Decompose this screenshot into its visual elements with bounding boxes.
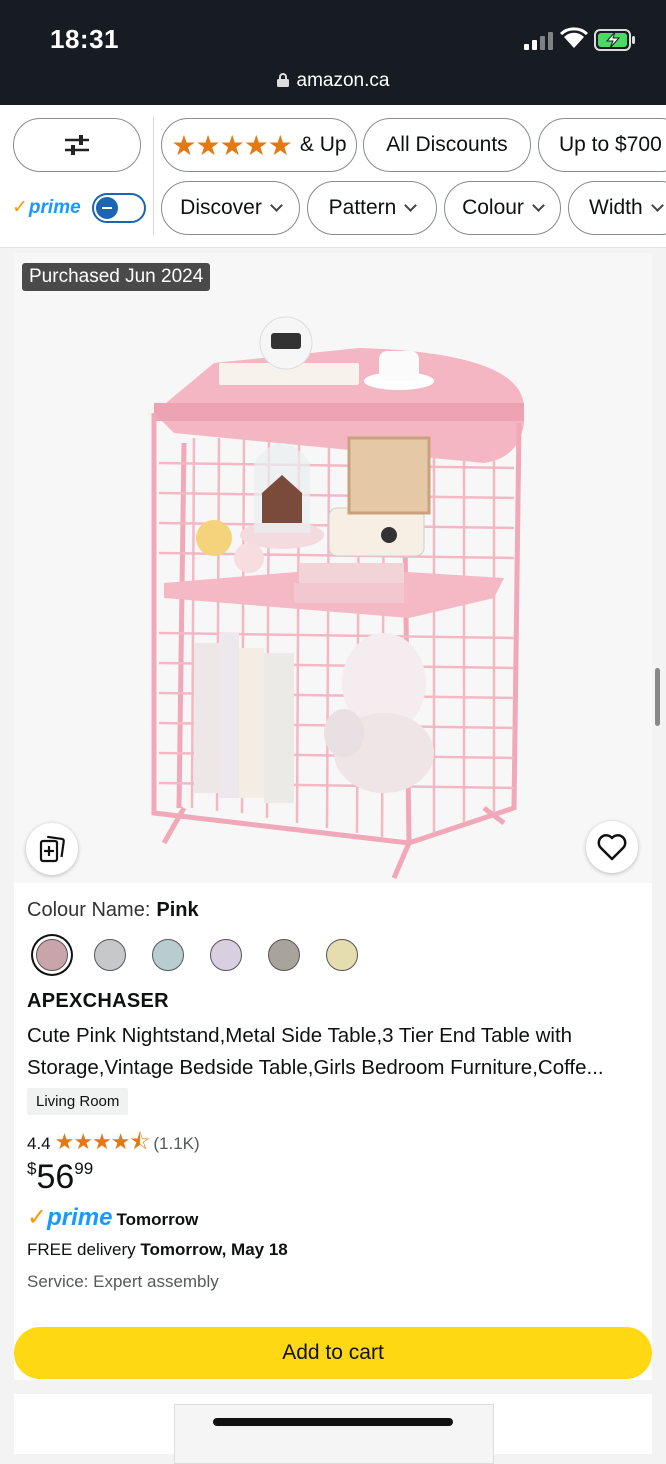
colour-name-value: Pink (156, 899, 199, 921)
price-whole: 56 (36, 1158, 75, 1196)
clock: 18:31 (50, 24, 119, 54)
chevron-down-icon (404, 199, 418, 212)
pattern-label: Pattern (328, 196, 397, 219)
delivery-prefix: FREE delivery (27, 1240, 141, 1259)
rating-value: 4.4 (27, 1134, 51, 1153)
swatch-grey[interactable] (94, 939, 126, 971)
filters-button[interactable] (13, 118, 141, 172)
product-image[interactable]: Purchased Jun 2024 (14, 253, 652, 883)
chevron-down-icon (650, 199, 664, 212)
url-bar[interactable]: amazon.ca (0, 70, 666, 92)
wifi-icon (560, 27, 588, 48)
colour-label: Colour (462, 196, 524, 219)
brand-name: APEXCHASER (27, 990, 169, 1012)
filter-bar: ★★★★★ & Up All Discounts Up to $700 ✓prim… (0, 105, 666, 248)
purchased-badge: Purchased Jun 2024 (22, 263, 211, 291)
swatch-pink[interactable] (36, 939, 68, 971)
all-discounts-pill[interactable]: All Discounts (363, 118, 531, 172)
scrollbar[interactable] (655, 668, 660, 726)
width-dropdown[interactable]: Width (568, 181, 666, 235)
prime-toggle[interactable] (92, 193, 146, 223)
swatch-cream[interactable] (326, 939, 358, 971)
heart-icon (597, 834, 627, 861)
service-info: Service: Expert assembly (27, 1272, 219, 1291)
swatch-taupe[interactable] (268, 939, 300, 971)
compare-cards-icon (39, 835, 65, 863)
home-indicator[interactable] (213, 1418, 453, 1426)
review-count: (1.1K) (153, 1134, 200, 1153)
pattern-dropdown[interactable]: Pattern (307, 181, 437, 235)
cell-signal-icon (524, 30, 554, 50)
battery-charging-icon (594, 29, 635, 51)
star-rating-icon: ★★★★★ (171, 129, 293, 161)
wishlist-button[interactable] (586, 821, 638, 873)
chevron-down-icon (269, 199, 283, 212)
rating-filter-pill[interactable]: ★★★★★ & Up (161, 118, 357, 172)
sliders-icon (65, 135, 89, 155)
product-title[interactable]: Cute Pink Nightstand,Metal Side Table,3 … (27, 1020, 642, 1084)
discounts-label: All Discounts (386, 133, 508, 156)
chevron-down-icon (532, 199, 545, 212)
prime-check-icon: ✓ (27, 1204, 48, 1231)
colour-dropdown[interactable]: Colour (444, 181, 561, 235)
discover-label: Discover (180, 196, 262, 219)
lock-icon (276, 73, 289, 87)
colour-name-label: Colour Name: (27, 899, 151, 921)
price-filter-pill[interactable]: Up to $700 (538, 118, 666, 172)
category-tag: Living Room (27, 1088, 129, 1115)
prime-badge: ✓prime Tomorrow (27, 1203, 198, 1232)
colour-name-row: Colour Name: Pink (27, 899, 199, 922)
prime-filter-label: ✓prime (12, 196, 81, 219)
status-bar: 18:31 amazon.ca (0, 0, 666, 105)
prime-word: prime (47, 1204, 113, 1231)
add-to-cart-button[interactable]: Add to cart (14, 1327, 652, 1379)
url-text: amazon.ca (296, 70, 390, 91)
price: $5699 (27, 1158, 93, 1197)
rating-filter-label: & Up (299, 133, 347, 156)
prime-check-icon: ✓ (12, 197, 28, 218)
nightstand-illustration (151, 316, 524, 879)
price-fraction: 99 (74, 1159, 94, 1178)
product-card[interactable]: Purchased Jun 2024 Colour Name: Pink APEX… (14, 253, 652, 1380)
width-label: Width (589, 196, 643, 219)
compare-button[interactable] (26, 823, 78, 875)
delivery-date: Tomorrow, May 18 (140, 1240, 288, 1259)
swatch-teal[interactable] (152, 939, 184, 971)
prime-tomorrow: Tomorrow (116, 1210, 199, 1229)
next-product-image (174, 1404, 494, 1464)
toggle-knob (96, 197, 118, 219)
swatch-lavender[interactable] (210, 939, 242, 971)
prime-word: prime (28, 197, 81, 218)
price-filter-label: Up to $700 (559, 133, 662, 156)
filter-divider (153, 117, 154, 235)
discover-dropdown[interactable]: Discover (161, 181, 300, 235)
delivery-info: FREE delivery Tomorrow, May 18 (27, 1240, 288, 1260)
